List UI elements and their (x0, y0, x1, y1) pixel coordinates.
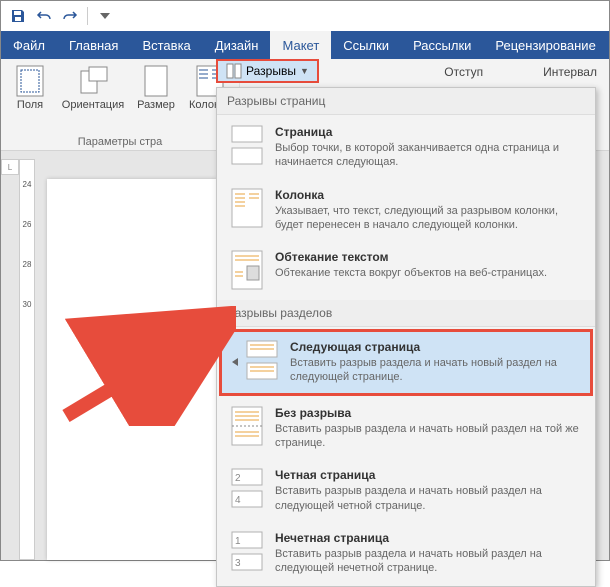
dropdown-header-page-breaks: Разрывы страниц (217, 88, 595, 115)
ribbon-tabs: Файл Главная Вставка Дизайн Макет Ссылки… (1, 31, 609, 59)
redo-icon[interactable] (59, 5, 81, 27)
menu-item-odd-page[interactable]: 13 Нечетная страница Вставить разрыв раз… (219, 523, 593, 584)
dropdown-header-section-breaks: Разрывы разделов (217, 300, 595, 327)
menu-item-title: Четная страница (275, 468, 583, 482)
menu-item-desc: Вставить разрыв раздела и начать новый р… (275, 547, 583, 576)
menu-item-title: Обтекание текстом (275, 250, 583, 264)
breaks-button[interactable]: Разрывы ▼ (216, 59, 319, 83)
menu-item-text-wrapping[interactable]: Обтекание текстом Обтекание текста вокру… (219, 242, 593, 298)
svg-text:1: 1 (235, 536, 241, 547)
menu-item-desc: Вставить разрыв раздела и начать новый р… (290, 356, 580, 385)
tab-design[interactable]: Дизайн (203, 31, 271, 59)
tab-file[interactable]: Файл (1, 31, 57, 59)
svg-text:3: 3 (235, 558, 241, 569)
orientation-icon (77, 65, 109, 97)
undo-icon[interactable] (33, 5, 55, 27)
ruler-tick: 26 (20, 220, 34, 229)
text-wrapping-icon (229, 250, 265, 290)
continuous-section-icon (229, 406, 265, 446)
tab-mailings[interactable]: Рассылки (401, 31, 483, 59)
vertical-ruler[interactable]: 24 26 28 30 (19, 159, 35, 560)
tab-insert[interactable]: Вставка (130, 31, 202, 59)
menu-item-column[interactable]: Колонка Указывает, что текст, следующий … (219, 180, 593, 241)
separator (87, 7, 88, 25)
menu-item-next-page[interactable]: Следующая страница Вставить разрыв разде… (219, 329, 593, 396)
menu-item-title: Без разрыва (275, 406, 583, 420)
breaks-icon (226, 63, 242, 79)
orientation-label: Ориентация (62, 99, 124, 111)
quick-access-toolbar (1, 1, 609, 31)
menu-item-title: Колонка (275, 188, 583, 202)
tab-references[interactable]: Ссылки (331, 31, 401, 59)
ruler-tick: 24 (20, 180, 34, 189)
tab-review[interactable]: Рецензирование (483, 31, 607, 59)
menu-item-title: Страница (275, 125, 583, 139)
menu-item-desc: Обтекание текста вокруг объектов на веб-… (275, 266, 583, 280)
size-button[interactable]: Размер (131, 63, 181, 132)
save-icon[interactable] (7, 5, 29, 27)
selection-indicator-icon (232, 358, 238, 366)
group-label-page-setup: Параметры стра (78, 132, 162, 148)
menu-item-desc: Указывает, что текст, следующий за разры… (275, 204, 583, 233)
menu-item-desc: Вставить разрыв раздела и начать новый р… (275, 484, 583, 513)
ruler-tick: 28 (20, 260, 34, 269)
chevron-down-icon: ▼ (300, 66, 309, 76)
even-page-section-icon: 24 (229, 468, 265, 508)
breaks-dropdown: Разрывы страниц Страница Выбор точки, в … (216, 87, 596, 587)
svg-text:2: 2 (235, 473, 241, 484)
menu-item-desc: Вставить разрыв раздела и начать новый р… (275, 422, 583, 451)
next-page-section-icon (244, 340, 280, 380)
menu-item-desc: Выбор точки, в которой заканчивается одн… (275, 141, 583, 170)
tab-home[interactable]: Главная (57, 31, 130, 59)
breaks-label: Разрывы (246, 64, 296, 78)
odd-page-section-icon: 13 (229, 531, 265, 571)
column-break-icon (229, 188, 265, 228)
margins-icon (14, 65, 46, 97)
document-page[interactable] (47, 179, 217, 560)
menu-item-title: Нечетная страница (275, 531, 583, 545)
customize-qat-icon[interactable] (94, 5, 116, 27)
size-label: Размер (137, 99, 175, 111)
svg-text:4: 4 (235, 495, 241, 506)
ruler-tick: 30 (20, 300, 34, 309)
margins-label: Поля (17, 99, 43, 111)
orientation-button[interactable]: Ориентация (59, 63, 127, 132)
margins-button[interactable]: Поля (5, 63, 55, 132)
menu-item-even-page[interactable]: 24 Четная страница Вставить разрыв разде… (219, 460, 593, 521)
ruler-corner: L (1, 159, 19, 175)
tab-layout[interactable]: Макет (270, 31, 331, 59)
menu-item-title: Следующая страница (290, 340, 580, 354)
page-break-icon (229, 125, 265, 165)
size-icon (140, 65, 172, 97)
group-page-setup: Поля Ориентация Размер Колонки (1, 59, 240, 150)
menu-item-page[interactable]: Страница Выбор точки, в которой заканчив… (219, 117, 593, 178)
menu-item-continuous[interactable]: Без разрыва Вставить разрыв раздела и на… (219, 398, 593, 459)
